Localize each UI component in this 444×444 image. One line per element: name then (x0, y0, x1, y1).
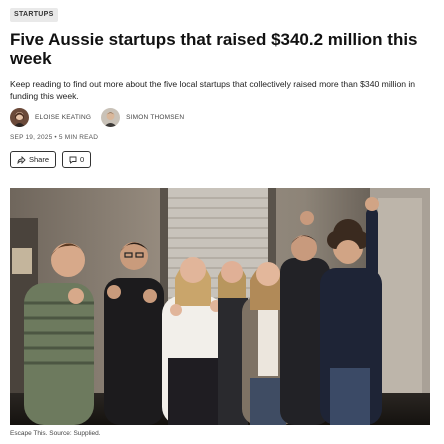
article-meta: SEP 19, 2025 • 5 MIN READ (10, 134, 99, 141)
author-simon[interactable]: SIMON THOMSEN (101, 107, 185, 127)
author-name: ELOISE KEATING (35, 113, 92, 121)
article-dek: Keep reading to find out more about the … (10, 79, 416, 101)
comments-count: 0 (80, 155, 85, 164)
author-eloise[interactable]: ELOISE KEATING (10, 107, 92, 127)
comment-icon (69, 156, 77, 164)
share-icon (17, 155, 26, 164)
author-name: SIMON THOMSEN (126, 113, 185, 121)
comments-button[interactable]: 0 (62, 151, 92, 168)
share-button[interactable]: Share (10, 151, 57, 168)
article-actions: Share 0 (10, 151, 97, 168)
avatar (10, 107, 29, 127)
author-list: ELOISE KEATING SIMON THOMSEN (10, 107, 194, 127)
image-caption: Escape This. Source: Supplied. (10, 430, 101, 437)
share-label: Share (29, 155, 50, 164)
category-tag[interactable]: STARTUPS (10, 8, 58, 22)
avatar (101, 107, 121, 127)
article-title: Five Aussie startups that raised $340.2 … (10, 30, 418, 68)
article-hero-image (10, 188, 430, 425)
